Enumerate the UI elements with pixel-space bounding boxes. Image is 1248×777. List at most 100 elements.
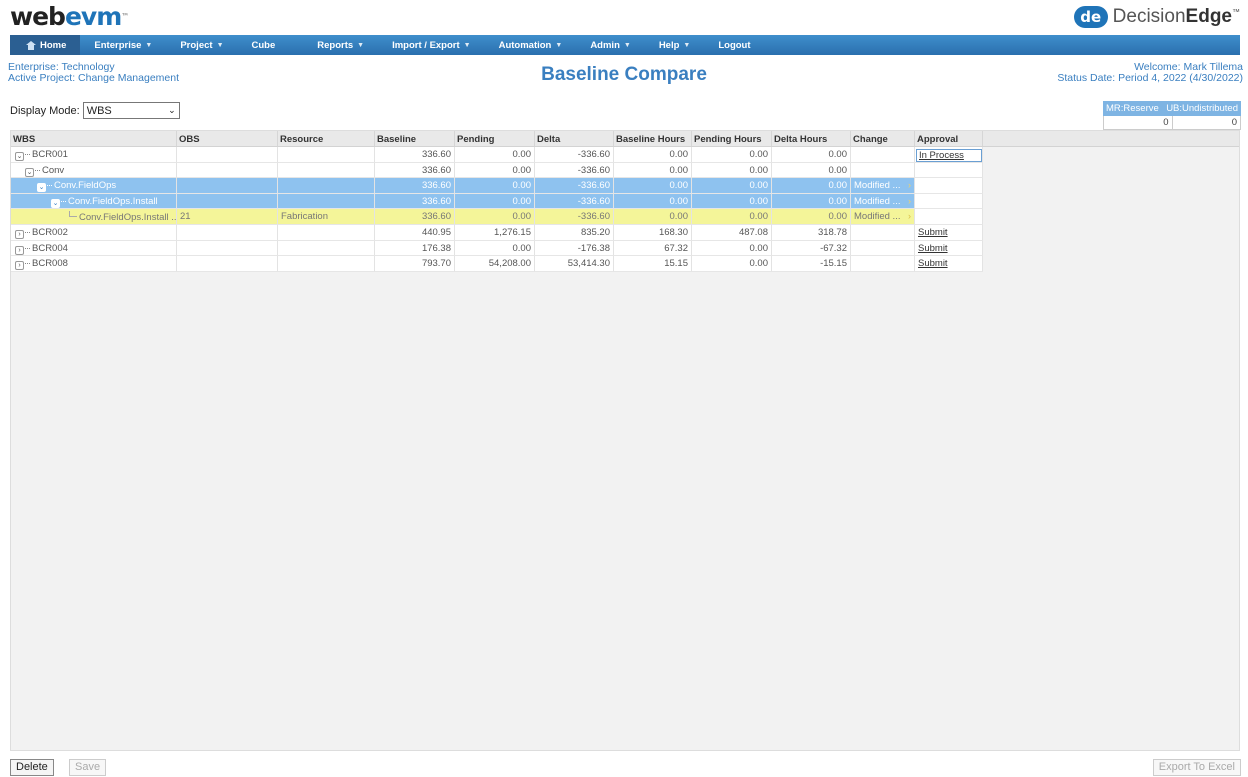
resource-cell bbox=[278, 193, 375, 210]
pending-hours-cell: 487.08 bbox=[692, 224, 772, 241]
delta-hours-cell: 0.00 bbox=[772, 147, 851, 163]
caret-down-icon: ▼ bbox=[683, 41, 691, 49]
table-row-selected[interactable]: ⌄ Conv.FieldOps 336.60 0.00 -336.60 0.00 … bbox=[11, 178, 1239, 194]
table-row-selected[interactable]: ⌄ Conv.FieldOps.Install 336.60 0.00 -336.… bbox=[11, 193, 1239, 210]
decisionedge-logo: de DecisionEdge™ bbox=[1073, 6, 1240, 28]
obs-cell bbox=[177, 147, 278, 163]
baseline-hours-cell: 0.00 bbox=[614, 209, 692, 225]
nav-project[interactable]: Project ▼ bbox=[166, 35, 237, 55]
column-header-delta-hours[interactable]: Delta Hours bbox=[772, 131, 851, 146]
change-cell[interactable]: Modified ... › bbox=[851, 209, 915, 225]
column-header-change[interactable]: Change bbox=[851, 131, 915, 146]
table-row-highlighted[interactable]: Conv.FieldOps.Install ... 21 Fabrication… bbox=[11, 209, 1239, 225]
caret-down-icon: ▼ bbox=[357, 41, 365, 49]
column-header-resource[interactable]: Resource bbox=[278, 131, 375, 146]
top-bar: webevm™ de DecisionEdge™ bbox=[0, 0, 1248, 33]
nav-enterprise[interactable]: Enterprise ▼ bbox=[80, 35, 166, 55]
baseline-hours-cell: 168.30 bbox=[614, 224, 692, 241]
pending-cell: 0.00 bbox=[455, 178, 535, 194]
save-button[interactable]: Save bbox=[69, 759, 107, 776]
table-row[interactable]: › BCR004 176.38 0.00 -176.38 67.32 0.00 -… bbox=[11, 240, 1239, 257]
ub-undistributed-label: UB:Undistributed bbox=[1166, 103, 1238, 114]
nav-home[interactable]: Home bbox=[10, 35, 81, 55]
wbs-cell: › BCR002 bbox=[11, 224, 177, 241]
caret-down-icon: ▼ bbox=[463, 41, 471, 49]
mr-reserve-value: 0 bbox=[1104, 116, 1173, 129]
table-row[interactable]: ⌄ Conv 336.60 0.00 -336.60 0.00 0.00 0.00 bbox=[11, 162, 1239, 179]
submit-link[interactable]: Submit bbox=[918, 227, 948, 238]
resource-cell bbox=[278, 147, 375, 163]
delta-cell: -176.38 bbox=[535, 240, 614, 257]
delta-cell: -336.60 bbox=[535, 147, 614, 163]
chevron-right-icon: › bbox=[908, 195, 911, 206]
collapse-toggle-icon[interactable]: ⌄ bbox=[37, 183, 46, 193]
expand-toggle-icon[interactable]: › bbox=[15, 229, 24, 239]
approval-cell: Submit bbox=[915, 224, 983, 241]
collapse-toggle-icon[interactable]: ⌄ bbox=[25, 167, 34, 177]
pending-hours-cell: 0.00 bbox=[692, 162, 772, 179]
expand-toggle-icon[interactable]: › bbox=[15, 245, 24, 255]
collapse-toggle-icon[interactable]: ⌄ bbox=[15, 152, 24, 161]
tree-leaf-icon bbox=[69, 211, 77, 218]
approval-cell bbox=[915, 178, 983, 194]
export-to-excel-button[interactable]: Export To Excel bbox=[1152, 759, 1241, 776]
column-header-wbs[interactable]: WBS bbox=[11, 131, 177, 146]
display-mode-select[interactable]: WBS ⌄ bbox=[82, 102, 180, 119]
table-row[interactable]: › BCR002 440.95 1,276.15 835.20 168.30 48… bbox=[11, 224, 1239, 241]
delta-cell: -336.60 bbox=[535, 193, 614, 210]
approval-cell bbox=[915, 193, 983, 210]
approval-cell bbox=[915, 209, 983, 225]
submit-link[interactable]: Submit bbox=[918, 243, 948, 254]
change-cell[interactable]: Modified ... › bbox=[851, 178, 915, 194]
caret-down-icon: ▼ bbox=[623, 41, 631, 49]
expand-toggle-icon[interactable]: › bbox=[15, 261, 24, 271]
baseline-cell: 336.60 bbox=[375, 162, 455, 179]
delete-button[interactable]: Delete bbox=[10, 759, 54, 776]
reserve-summary: MR:Reserve UB:Undistributed 0 0 bbox=[1103, 101, 1241, 130]
delta-hours-cell: 0.00 bbox=[772, 209, 851, 225]
wbs-cell: › BCR004 bbox=[11, 240, 177, 257]
pending-cell: 54,208.00 bbox=[455, 256, 535, 272]
nav-help[interactable]: Help ▼ bbox=[645, 35, 705, 55]
nav-logout[interactable]: Logout bbox=[704, 35, 764, 55]
change-cell[interactable]: Modified ... › bbox=[851, 193, 915, 210]
wbs-cell: ⌄ Conv.FieldOps bbox=[11, 178, 177, 194]
column-header-approval[interactable]: Approval bbox=[915, 131, 983, 146]
delta-cell: 835.20 bbox=[535, 224, 614, 241]
webevm-logo[interactable]: webevm™ bbox=[10, 4, 129, 30]
nav-automation[interactable]: Automation ▼ bbox=[485, 35, 577, 55]
table-row[interactable]: › BCR008 793.70 54,208.00 53,414.30 15.15… bbox=[11, 256, 1239, 272]
caret-down-icon: ▼ bbox=[216, 41, 224, 49]
delta-hours-cell: 0.00 bbox=[772, 193, 851, 210]
approval-cell bbox=[915, 162, 983, 179]
approval-cell: Submit bbox=[915, 240, 983, 257]
wbs-cell: › BCR008 bbox=[11, 256, 177, 272]
obs-cell bbox=[177, 256, 278, 272]
nav-admin[interactable]: Admin ▼ bbox=[576, 35, 645, 55]
in-process-link[interactable]: In Process bbox=[916, 149, 982, 162]
submit-link[interactable]: Submit bbox=[918, 258, 948, 269]
delta-cell: -336.60 bbox=[535, 209, 614, 225]
table-row[interactable]: ⌄ BCR001 336.60 0.00 -336.60 0.00 0.00 0.… bbox=[11, 147, 1239, 163]
column-header-delta[interactable]: Delta bbox=[535, 131, 614, 146]
column-header-pending-hours[interactable]: Pending Hours bbox=[692, 131, 772, 146]
baseline-compare-grid[interactable]: WBS OBS Resource Baseline Pending Delta … bbox=[10, 130, 1240, 751]
delta-hours-cell: -67.32 bbox=[772, 240, 851, 257]
nav-cube[interactable]: Cube bbox=[238, 35, 290, 55]
resource-cell bbox=[278, 178, 375, 194]
column-header-baseline[interactable]: Baseline bbox=[375, 131, 455, 146]
pending-cell: 0.00 bbox=[455, 240, 535, 257]
column-header-pending[interactable]: Pending bbox=[455, 131, 535, 146]
collapse-toggle-icon[interactable]: ⌄ bbox=[51, 198, 60, 208]
column-header-obs[interactable]: OBS bbox=[177, 131, 278, 146]
nav-reports[interactable]: Reports ▼ bbox=[289, 35, 378, 55]
wbs-cell: ⌄ Conv bbox=[11, 162, 177, 179]
obs-cell bbox=[177, 240, 278, 257]
change-cell bbox=[851, 147, 915, 163]
chevron-right-icon: › bbox=[908, 180, 911, 191]
column-header-baseline-hours[interactable]: Baseline Hours bbox=[614, 131, 692, 146]
nav-import-export[interactable]: Import / Export ▼ bbox=[378, 35, 485, 55]
pending-cell: 0.00 bbox=[455, 209, 535, 225]
pending-cell: 0.00 bbox=[455, 193, 535, 210]
baseline-hours-cell: 67.32 bbox=[614, 240, 692, 257]
